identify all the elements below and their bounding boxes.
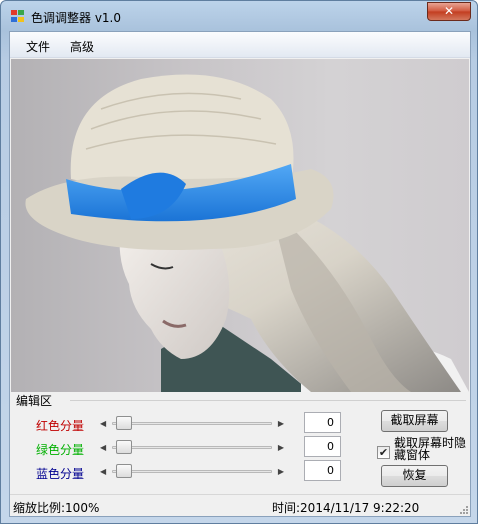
arrow-right-icon[interactable]: ▶ <box>278 443 284 452</box>
arrow-right-icon[interactable]: ▶ <box>278 419 284 428</box>
app-window: 色调调整器 v1.0 ✕ 文件 高级 编辑区 红色分量 ◀ ▶ 0 绿色分量 ◀… <box>0 0 478 524</box>
menu-file[interactable]: 文件 <box>26 38 50 55</box>
hide-window-label: 截取屏幕时隐藏窗体 <box>394 436 467 462</box>
slider-track <box>112 422 272 425</box>
arrow-left-icon[interactable]: ◀ <box>100 419 106 428</box>
red-channel-label: 红色分量 <box>36 419 85 433</box>
green-value-field[interactable]: 0 <box>304 436 341 457</box>
capture-screen-button[interactable]: 截取屏幕 <box>381 410 448 432</box>
red-channel-slider[interactable]: ◀ ▶ <box>100 415 284 432</box>
slider-thumb[interactable] <box>116 416 132 430</box>
menu-bar: 文件 高级 <box>10 32 470 58</box>
blue-channel-label: 蓝色分量 <box>36 467 85 481</box>
time-status: 时间:2014/11/17 9:22:20 <box>272 501 420 515</box>
blue-value-field[interactable]: 0 <box>304 460 341 481</box>
slider-track <box>112 446 272 449</box>
menu-advanced[interactable]: 高级 <box>70 38 94 55</box>
image-preview <box>11 59 469 392</box>
green-channel-slider[interactable]: ◀ ▶ <box>100 439 284 456</box>
title-bar[interactable]: 色调调整器 v1.0 ✕ <box>1 1 477 31</box>
close-icon: ✕ <box>443 4 455 18</box>
restore-button[interactable]: 恢复 <box>381 465 448 487</box>
close-button[interactable]: ✕ <box>427 2 471 21</box>
arrow-left-icon[interactable]: ◀ <box>100 467 106 476</box>
blue-channel-slider[interactable]: ◀ ▶ <box>100 463 284 480</box>
green-channel-label: 绿色分量 <box>36 443 85 457</box>
app-icon <box>11 10 25 23</box>
arrow-left-icon[interactable]: ◀ <box>100 443 106 452</box>
red-value-field[interactable]: 0 <box>304 412 341 433</box>
window-title: 色调调整器 v1.0 <box>31 11 122 25</box>
client-area: 文件 高级 编辑区 红色分量 ◀ ▶ 0 绿色分量 ◀ ▶ 0 蓝色分量 ◀ ▶… <box>9 31 471 517</box>
zoom-status: 缩放比例:100% <box>13 501 100 515</box>
resize-grip-icon[interactable] <box>458 504 468 514</box>
group-divider <box>70 400 466 401</box>
slider-track <box>112 470 272 473</box>
slider-thumb[interactable] <box>116 440 132 454</box>
portrait-image <box>25 74 469 392</box>
edit-group-title: 编辑区 <box>16 394 53 408</box>
hide-window-checkbox[interactable]: ✔ <box>377 446 390 459</box>
slider-thumb[interactable] <box>116 464 132 478</box>
arrow-right-icon[interactable]: ▶ <box>278 467 284 476</box>
status-bar: 缩放比例:100% 时间:2014/11/17 9:22:20 <box>10 494 470 516</box>
